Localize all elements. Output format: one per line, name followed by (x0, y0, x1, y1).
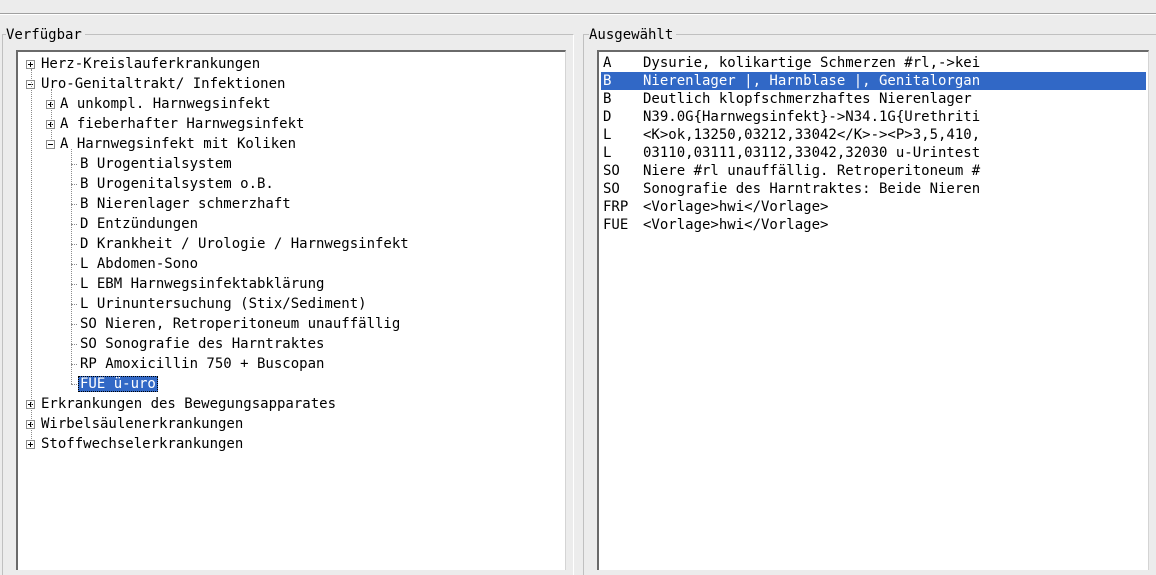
verfuegbar-tree[interactable]: Herz-Kreislauferkrankungen Uro-Genitaltra… (16, 50, 566, 570)
tree-node-label: Stoffwechselerkrankungen (41, 436, 244, 452)
tree-node-l-abdomen-sono[interactable]: L Abdomen-Sono (78, 254, 200, 274)
tree-node-label: SO Nieren, Retroperitoneum unauffällig (80, 316, 401, 332)
tree-node-a-unkompl-harnwegsinfekt[interactable]: A unkompl. Harnwegsinfekt (58, 94, 273, 114)
tree-node-label: B Urogenitalsystem o.B. (80, 176, 274, 192)
list-item[interactable]: B Deutlich klopfschmerzhaftes Nierenlager (601, 90, 1146, 108)
tree-node-rp-amoxicillin-750-buscopan[interactable]: RP Amoxicillin 750 + Buscopan (78, 354, 326, 374)
list-item-code: D (603, 109, 612, 125)
list-item-code: L (603, 145, 612, 161)
tree-node-l-urinuntersuchung-stix-sediment[interactable]: L Urinuntersuchung (Stix/Sediment) (78, 294, 369, 314)
tree-node-b-nierenlager-schmerzhaft[interactable]: B Nierenlager schmerzhaft (78, 194, 293, 214)
list-item-code: B (603, 73, 612, 89)
tree-node-label: B Urogentialsystem (80, 156, 232, 172)
tree-node-label: L EBM Harnwegsinfektabklärung (80, 276, 325, 292)
list-item[interactable]: FUE <Vorlage>hwi</Vorlage> (601, 216, 1146, 234)
tree-connector (71, 149, 72, 384)
tree-node-l-ebm-harnwegsinfektabklarung[interactable]: L EBM Harnwegsinfektabklärung (78, 274, 326, 294)
tree-node-so-sonografie-des-harntraktes[interactable]: SO Sonografie des Harntraktes (78, 334, 326, 354)
list-item-text: Dysurie, kolikartige Schmerzen #rl,->kei (643, 55, 981, 71)
tree-node-label: RP Amoxicillin 750 + Buscopan (80, 356, 325, 372)
list-item-code: A (603, 55, 612, 71)
list-item-text: <Vorlage>hwi</Vorlage> (643, 199, 829, 215)
tree-node-label: B Nierenlager schmerzhaft (80, 196, 291, 212)
list-item-text: Niere #rl unauffällig. Retroperitoneum # (643, 163, 981, 179)
tree-node-stoffwechselerkrankungen[interactable]: Stoffwechselerkrankungen (39, 434, 245, 454)
list-item[interactable]: SO Niere #rl unauffällig. Retroperitoneum… (601, 162, 1146, 180)
list-item[interactable]: SO Sonografie des Harntraktes: Beide Nier… (601, 180, 1146, 198)
expand-icon[interactable] (26, 440, 35, 449)
list-item[interactable]: L <K>ok,13250,03212,33042</K>-><P>3,5,410… (601, 126, 1146, 144)
tree-node-a-fieberhafter-harnwegsinfekt[interactable]: A fieberhafter Harnwegsinfekt (58, 114, 306, 134)
tree-node-herz-kreislauferkrankungen[interactable]: Herz-Kreislauferkrankungen (39, 54, 262, 74)
list-item-text: 03110,03111,03112,33042,32030 u-Urintest (643, 145, 981, 161)
tree-node-b-urogenitalsystem-o-b[interactable]: B Urogenitalsystem o.B. (78, 174, 276, 194)
list-item-text: Sonografie des Harntraktes: Beide Nieren (643, 181, 981, 197)
list-item-text: N39.0G{Harnwegsinfekt}->N34.1G{Urethriti (643, 109, 981, 125)
tree-node-fue-u-uro[interactable]: FUE ü-uro (78, 374, 158, 394)
list-item-code: FUE (603, 217, 629, 233)
list-item-text: Nierenlager |, Harnblase |, Genitalorgan (643, 73, 981, 89)
tree-node-a-harnwegsinfekt-mit-koliken[interactable]: A Harnwegsinfekt mit Koliken (58, 134, 298, 154)
tree-node-d-entzundungen[interactable]: D Entzündungen (78, 214, 200, 234)
tree-node-label: SO Sonografie des Harntraktes (80, 336, 325, 352)
list-item-code: SO (603, 163, 620, 179)
tree-node-so-nieren-retroperitoneum-unauffallig[interactable]: SO Nieren, Retroperitoneum unauffällig (78, 314, 402, 334)
list-item[interactable]: FRP <Vorlage>hwi</Vorlage> (601, 198, 1146, 216)
tree-node-label: A unkompl. Harnwegsinfekt (60, 96, 271, 112)
tree-connector (31, 69, 32, 439)
list-item-code: B (603, 91, 612, 107)
tree-node-b-urogentialsystem[interactable]: B Urogentialsystem (78, 154, 234, 174)
collapse-icon[interactable] (46, 140, 55, 149)
expand-icon[interactable] (26, 60, 35, 69)
tree-node-d-krankheit-urologie-harnwegsinfekt[interactable]: D Krankheit / Urologie / Harnwegsinfekt (78, 234, 411, 254)
tree-node-label: D Krankheit / Urologie / Harnwegsinfekt (80, 236, 409, 252)
tree-connector (71, 384, 77, 385)
list-item-code: L (603, 127, 612, 143)
list-item-text: <Vorlage>hwi</Vorlage> (643, 217, 829, 233)
tree-node-label: Wirbelsäulenerkrankungen (41, 416, 244, 432)
tree-node-label: Uro-Genitaltrakt/ Infektionen (41, 76, 286, 92)
list-item-code: FRP (603, 199, 629, 215)
ausgewaehlt-list[interactable]: A Dysurie, kolikartige Schmerzen #rl,->ke… (597, 50, 1149, 570)
tree-node-wirbelsaulenerkrankungen[interactable]: Wirbelsäulenerkrankungen (39, 414, 245, 434)
list-item[interactable]: D N39.0G{Harnwegsinfekt}->N34.1G{Urethrit… (601, 108, 1146, 126)
list-item-code: SO (603, 181, 620, 197)
tree-node-label: A fieberhafter Harnwegsinfekt (60, 116, 305, 132)
list-item[interactable]: B Nierenlager |, Harnblase |, Genitalorga… (601, 72, 1146, 90)
top-separator (0, 13, 1156, 15)
list-item-text: <K>ok,13250,03212,33042</K>-><P>3,5,410, (643, 127, 981, 143)
tree-node-uro-genitaltrakt-infektionen[interactable]: Uro-Genitaltrakt/ Infektionen (39, 74, 287, 94)
tree-node-erkrankungen-des-bewegungsapparates[interactable]: Erkrankungen des Bewegungsapparates (39, 394, 338, 414)
ausgewaehlt-label: Ausgewählt (589, 26, 677, 44)
list-item-text: Deutlich klopfschmerzhaftes Nierenlager (643, 91, 972, 107)
tree-node-label: Herz-Kreislauferkrankungen (41, 56, 261, 72)
list-item[interactable]: L 03110,03111,03112,33042,32030 u-Urintes… (601, 144, 1146, 162)
list-item[interactable]: A Dysurie, kolikartige Schmerzen #rl,->ke… (601, 54, 1146, 72)
tree-node-label: L Urinuntersuchung (Stix/Sediment) (80, 296, 367, 312)
verfuegbar-label: Verfügbar (6, 26, 85, 44)
tree-connector (51, 89, 52, 139)
tree-node-label: D Entzündungen (80, 216, 199, 232)
tree-node-label: L Abdomen-Sono (80, 256, 199, 272)
tree-node-label: A Harnwegsinfekt mit Koliken (60, 136, 297, 152)
tree-node-label: Erkrankungen des Bewegungsapparates (41, 396, 337, 412)
tree-node-label: FUE ü-uro (78, 376, 158, 392)
